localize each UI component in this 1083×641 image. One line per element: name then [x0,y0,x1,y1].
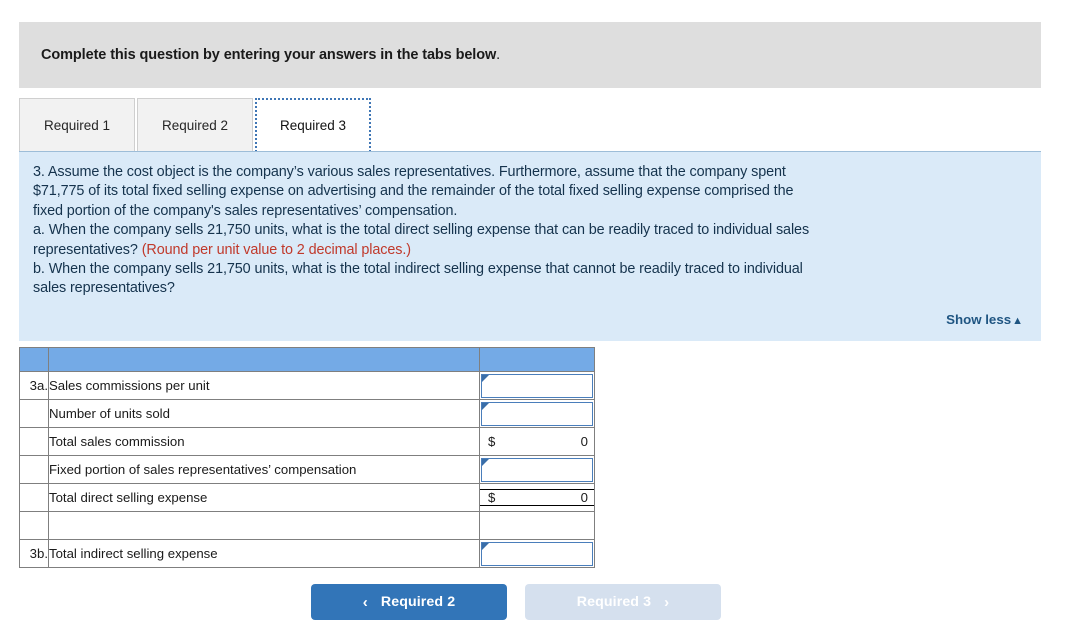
table-row: Total sales commission $ 0 [19,427,595,456]
table-row: 3a. Sales commissions per unit [19,371,595,400]
row-value-cell [479,539,595,568]
input-number-of-units-sold[interactable] [481,401,593,426]
row-label-total-indirect-selling-expense: Total indirect selling expense [48,539,480,568]
question-line-1: 3. Assume the cost object is the company… [33,164,786,180]
header-value-cell [479,347,595,372]
input-fixed-portion-compensation[interactable] [481,457,593,482]
row-value-cell [479,399,595,428]
question-line-5: b. When the company sells 21,750 units, … [33,261,803,278]
currency-symbol: $ [488,490,496,505]
amount-value: 0 [580,434,588,449]
table-row: 3b. Total indirect selling expense [19,539,595,568]
previous-button-label: Required 2 [380,594,456,610]
table-row: Total direct selling expense $ 0 [19,483,595,512]
row-index-blank [19,427,49,456]
row-label-fixed-portion-compensation: Fixed portion of sales representatives’ … [48,455,480,484]
instruction-bold: Complete this question by entering your … [41,47,497,63]
row-index-blank [19,455,49,484]
row-value-cell: $ 0 [479,483,595,512]
row-value-cell [479,371,595,400]
next-button-label: Required 3 [576,594,652,610]
question-line-4-continued: representatives? (Round per unit value t… [33,241,1021,260]
required-tabs: Required 1 Required 2 Required 3 [19,98,1041,152]
answer-table: 3a. Sales commissions per unit Number of… [19,347,595,568]
table-row [19,511,595,540]
row-value-cell [479,455,595,484]
tab-required-1[interactable]: Required 1 [19,98,135,152]
question-page: Complete this question by entering your … [0,0,1083,641]
show-less-link[interactable]: Show less▲ [946,312,1023,327]
row-value-cell: $ 0 [479,427,595,456]
question-line-2: $71,775 of its total fixed selling expen… [33,183,794,200]
question-line-4: a. When the company sells 21,750 units, … [33,222,810,239]
computed-total-direct-selling-expense: $ 0 [480,485,594,511]
rounding-note: (Round per unit value to 2 decimal place… [141,241,411,258]
instruction-text: Complete this question by entering your … [19,47,500,63]
answer-table-body: 3a. Sales commissions per unit Number of… [19,347,595,568]
money-display: $ 0 [480,434,594,449]
instruction-tail: . [496,47,501,63]
row-label-total-direct-selling-expense: Total direct selling expense [48,483,480,512]
table-row: Fixed portion of sales representatives’ … [19,455,595,484]
header-label-cell [48,347,480,372]
table-row: Number of units sold [19,399,595,428]
computed-total-sales-commission: $ 0 [480,429,594,455]
next-required-3-button[interactable]: Required 3 › [525,584,721,620]
chevron-left-icon: ‹ [362,593,368,611]
instruction-banner: Complete this question by entering your … [19,22,1041,88]
row-index-3b: 3b. [19,539,49,568]
question-line-4-prefix: representatives? [33,241,142,258]
row-index-blank [19,483,49,512]
amount-value: 0 [580,490,588,505]
show-less-label: Show less [946,312,1012,327]
tab-required-3[interactable]: Required 3 [255,98,371,152]
question-line-3: fixed portion of the company's sales rep… [33,202,458,219]
row-label-number-of-units-sold: Number of units sold [48,399,480,428]
row-index-blank [19,399,49,428]
input-total-indirect-selling-expense[interactable] [481,541,593,566]
row-value-spacer-cell [479,511,595,540]
currency-symbol: $ [488,434,496,449]
row-index-3a: 3a. [19,371,49,400]
row-label-total-sales-commission: Total sales commission [48,427,480,456]
input-sales-commissions-per-unit[interactable] [481,373,593,398]
caret-up-icon: ▲ [1012,315,1023,327]
navigation-buttons: ‹ Required 2 Required 3 › [311,584,721,620]
previous-required-2-button[interactable]: ‹ Required 2 [311,584,507,620]
row-label-sales-commissions-per-unit: Sales commissions per unit [48,371,480,400]
table-header-row [19,347,595,372]
question-panel: 3. Assume the cost object is the company… [19,151,1041,341]
chevron-right-icon: › [664,593,670,611]
money-display: $ 0 [480,489,594,506]
tab-required-2[interactable]: Required 2 [137,98,253,152]
row-index-blank [19,511,49,540]
row-label-spacer [48,511,480,540]
header-index-cell [19,347,49,372]
question-line-6: sales representatives? [33,280,175,297]
